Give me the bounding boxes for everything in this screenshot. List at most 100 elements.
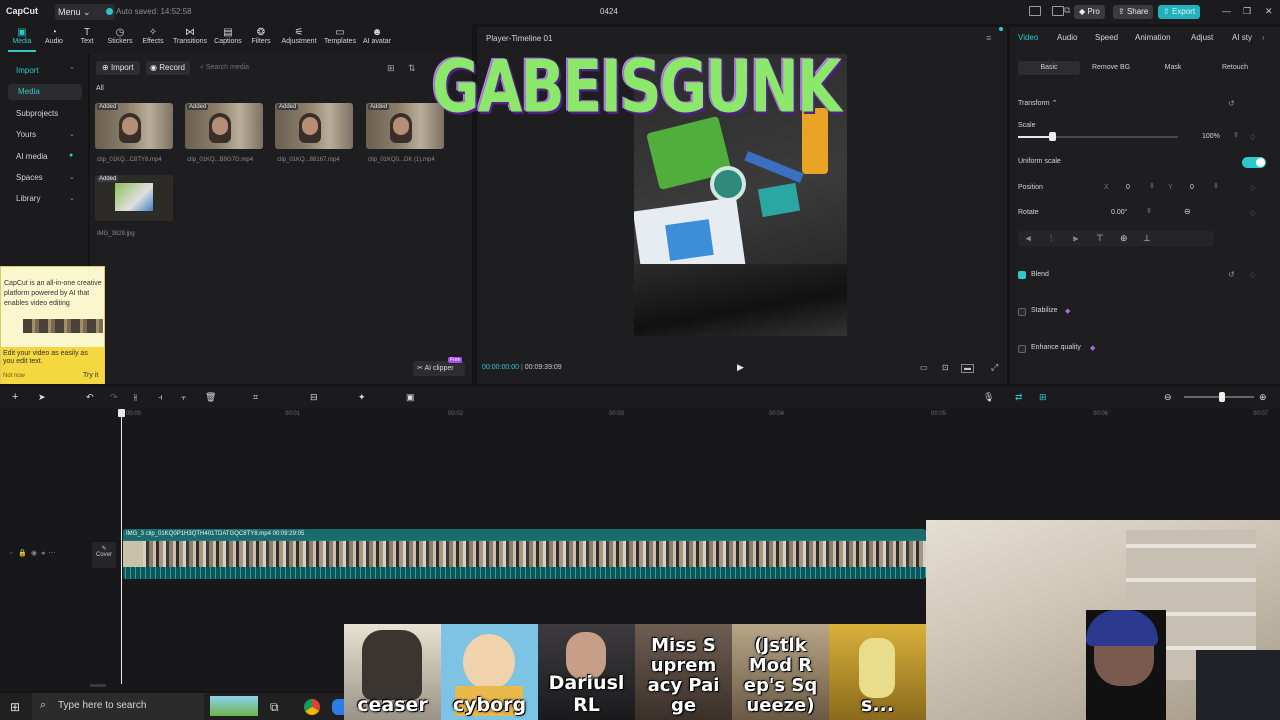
add-icon[interactable]: + <box>12 391 18 403</box>
nav-media[interactable]: Media <box>18 87 40 96</box>
ratio-icon[interactable]: ▭ <box>920 363 928 372</box>
chrome-icon[interactable] <box>304 699 320 715</box>
freeze-icon[interactable]: ⊟ <box>310 392 318 403</box>
scale-slider[interactable] <box>1018 136 1178 138</box>
playhead[interactable] <box>121 409 122 684</box>
link-icon[interactable]: ⇄ <box>1015 392 1023 403</box>
redo-icon[interactable]: ↷ <box>110 392 118 403</box>
zoom-knob[interactable] <box>1219 392 1225 402</box>
blend-checkbox[interactable] <box>1018 271 1026 279</box>
lock-icon[interactable]: ▫ <box>10 550 12 557</box>
share-button[interactable]: ⇪ Share <box>1113 5 1154 19</box>
undo-icon[interactable]: ↶ <box>86 392 94 403</box>
record-button[interactable]: ◉ Record <box>146 61 190 75</box>
minimize-icon[interactable]: — <box>1222 6 1231 16</box>
stepper-icon[interactable]: ⇳ <box>1213 182 1219 190</box>
media-thumb-3[interactable]: Added <box>275 103 353 149</box>
tool-ai-avatar[interactable]: ☻ AI avatar <box>358 27 396 45</box>
maximize-icon[interactable]: ❐ <box>1243 6 1251 17</box>
audio-icon[interactable]: ◂ <box>41 550 45 557</box>
media-thumb-2[interactable]: Added <box>185 103 263 149</box>
align-top-icon[interactable]: ⊤ <box>1096 233 1104 244</box>
sort-icon[interactable]: ⇅ <box>408 63 416 74</box>
stepper-icon[interactable]: ⇳ <box>1146 207 1152 215</box>
keyframe-icon[interactable]: ◇ <box>1250 271 1255 279</box>
trim-left-icon[interactable]: ⫞ <box>158 392 163 403</box>
edge-icon[interactable] <box>332 699 344 715</box>
fullscreen-icon[interactable]: ⤢ <box>991 362 998 373</box>
task-view-icon[interactable]: ⧉ <box>270 700 279 715</box>
zoom-out-icon[interactable]: ⊖ <box>1164 392 1172 403</box>
more-icon[interactable]: ⋯ <box>48 550 55 557</box>
stepper-icon[interactable]: ⇳ <box>1233 131 1239 139</box>
ai-clipper-button[interactable]: ✂ AI clipper <box>413 361 465 376</box>
enhance-label[interactable]: Enhance quality <box>1031 344 1081 351</box>
import-button[interactable]: ⊕ Import <box>96 61 140 75</box>
keyframe-icon[interactable]: ◇ <box>1250 133 1255 141</box>
media-thumb-1[interactable]: Added <box>95 103 173 149</box>
grid-view-icon[interactable]: ⊞ <box>387 63 395 74</box>
scale-value[interactable]: 100% <box>1202 133 1220 140</box>
cursor-icon[interactable]: ➤ <box>38 392 46 403</box>
tab-animation[interactable]: Animation <box>1135 33 1171 42</box>
timeline-scrollbar[interactable] <box>90 684 106 687</box>
aspect-ratio-icon[interactable]: ▬ <box>961 364 974 373</box>
blend-label[interactable]: Blend <box>1031 271 1049 278</box>
align-bottom-icon[interactable]: ⊥ <box>1143 233 1151 244</box>
keyframe-icon[interactable]: ◇ <box>1250 184 1255 192</box>
align-right-icon[interactable]: ⫸ <box>1073 233 1078 244</box>
zoom-in-icon[interactable]: ⊕ <box>1259 392 1267 403</box>
scale-knob[interactable] <box>1048 132 1056 141</box>
close-icon[interactable]: ✕ <box>1265 6 1273 17</box>
export-button[interactable]: ⇧ Export <box>1158 5 1201 19</box>
subtab-remove-bg[interactable]: Remove BG <box>1082 61 1140 75</box>
tool-effects[interactable]: ✧ Effects <box>134 27 172 45</box>
nav-spaces[interactable]: Spaces ⌄ <box>16 173 75 182</box>
media-thumb-5[interactable]: Added <box>95 175 173 221</box>
cover-button[interactable]: ✎ Cover <box>92 542 116 568</box>
tool-adjustment[interactable]: ⚟ Adjustment <box>280 27 318 45</box>
crop-icon[interactable]: ⌗ <box>253 392 258 403</box>
nav-yours[interactable]: Yours ⌄ <box>16 130 75 139</box>
lock-icon[interactable]: 🔒 <box>18 550 27 557</box>
tab-speed[interactable]: Speed <box>1095 33 1118 42</box>
stabilize-checkbox[interactable] <box>1018 308 1026 316</box>
subtab-retouch[interactable]: Retouch <box>1206 61 1264 75</box>
nav-subprojects[interactable]: Subprojects <box>16 109 58 118</box>
tool-templates[interactable]: ▭ Templates <box>321 27 359 45</box>
chevron-right-icon[interactable]: › <box>1262 33 1265 42</box>
rotate-value[interactable]: 0.00° <box>1111 209 1127 216</box>
keyframe-icon[interactable]: ◇ <box>1250 209 1255 217</box>
shortcuts-icon[interactable] <box>1052 6 1064 16</box>
split-icon[interactable]: ⫲ <box>134 392 137 403</box>
try-it-button[interactable]: Try it <box>83 372 98 379</box>
windows-start-icon[interactable]: ⊞ <box>10 700 20 714</box>
tab-adjust[interactable]: Adjust <box>1191 33 1213 42</box>
eye-icon[interactable]: ◉ <box>31 550 37 557</box>
enhance-checkbox[interactable] <box>1018 345 1026 353</box>
microphone-icon[interactable]: 🎙 <box>983 392 994 403</box>
preview-axis-icon[interactable]: ⊞ <box>1039 392 1047 403</box>
reset-icon[interactable]: ↺ <box>1228 270 1235 279</box>
nav-ai-media[interactable]: AI media ● <box>16 152 73 161</box>
subtitle-icon[interactable]: ▣ <box>406 392 415 403</box>
media-search-input[interactable]: ⌕ Search media <box>196 61 372 75</box>
uniform-scale-toggle[interactable] <box>1242 157 1266 168</box>
menu-icon[interactable]: ≡ <box>986 33 991 43</box>
nav-library[interactable]: Library ⌄ <box>16 194 75 203</box>
pro-button[interactable]: ◆ Pro <box>1074 5 1105 19</box>
tab-video[interactable]: Video <box>1018 33 1038 42</box>
delete-icon[interactable]: 🗑 <box>205 392 216 403</box>
stabilize-label[interactable]: Stabilize <box>1031 307 1057 314</box>
trim-right-icon[interactable]: ⫟ <box>181 392 186 403</box>
play-icon[interactable]: ▶ <box>737 362 744 373</box>
crop-icon[interactable]: ⊡ <box>942 363 949 372</box>
magic-icon[interactable]: ✦ <box>358 392 366 403</box>
pos-y-value[interactable]: 0 <box>1190 184 1194 191</box>
tool-filters[interactable]: ❂ Filters <box>242 27 280 45</box>
not-now-link[interactable]: Not now <box>3 373 25 379</box>
nav-import[interactable]: Import ⌃ <box>16 66 75 75</box>
filter-all[interactable]: All <box>96 85 104 92</box>
align-left-icon[interactable]: ⫷ <box>1026 233 1031 244</box>
tab-ai-style[interactable]: AI sty <box>1232 33 1252 42</box>
